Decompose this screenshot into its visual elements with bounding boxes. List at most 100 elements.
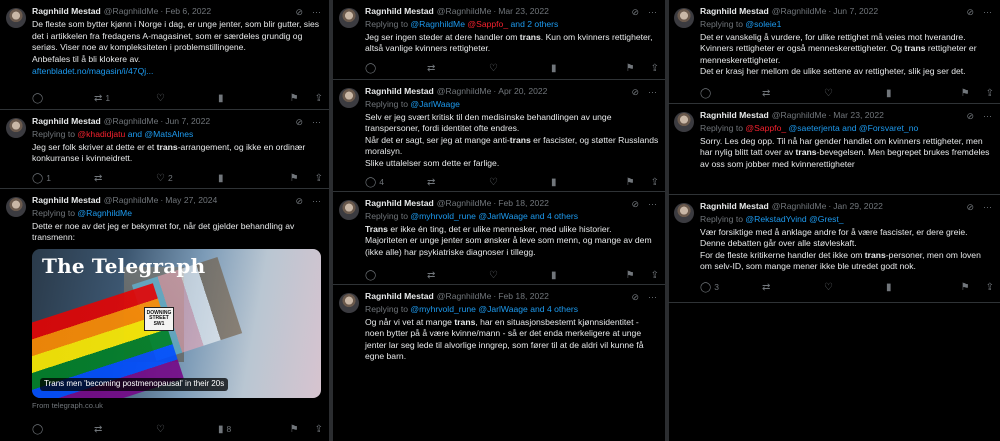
share-icon[interactable]: ⇪ [651, 62, 659, 76]
tweet[interactable]: Ragnhild Mestad @RagnhildMe · Jan 29, 2022 … [668, 195, 1000, 303]
share-icon[interactable]: ⇪ [651, 269, 659, 283]
reply-button[interactable]: ◯ [365, 62, 427, 76]
mention-link[interactable]: @Sappfo_ [467, 19, 508, 29]
like-button[interactable]: ♡ [489, 269, 551, 283]
author-handle[interactable]: @RagnhildMe [772, 110, 827, 122]
share-icon[interactable]: ⇪ [986, 281, 994, 295]
tweet[interactable]: Ragnhild Mestad @RagnhildMe · May 27, 2024 … [0, 189, 329, 441]
grok-icon[interactable]: ⊘ [295, 6, 303, 18]
author-name[interactable]: Ragnhild Mestad [32, 116, 101, 128]
more-icon[interactable]: ··· [648, 86, 657, 98]
author-handle[interactable]: @RagnhildMe [437, 86, 492, 98]
more-icon[interactable]: ··· [648, 198, 657, 210]
retweet-button[interactable]: ⇄ [94, 423, 156, 437]
tweet-date[interactable]: Apr 20, 2022 [498, 86, 547, 98]
tweet-date[interactable]: Feb 6, 2022 [165, 6, 211, 18]
views-button[interactable]: ▮ 8 [218, 423, 280, 437]
retweet-button[interactable]: ⇄ [762, 281, 824, 295]
mention-link[interactable]: @JarlWaage [410, 99, 459, 109]
more-icon[interactable]: ··· [312, 116, 321, 128]
views-button[interactable]: ▮ [551, 269, 613, 283]
author-name[interactable]: Ragnhild Mestad [365, 86, 434, 98]
author-name[interactable]: Ragnhild Mestad [32, 195, 101, 207]
mention-link[interactable]: @Sappfo_ [745, 123, 786, 133]
more-icon[interactable]: ··· [648, 6, 657, 18]
avatar[interactable] [6, 197, 26, 217]
retweet-button[interactable]: ⇄ 1 [94, 92, 156, 106]
mention-link[interactable]: @Grest_ [809, 214, 844, 224]
views-button[interactable]: ▮ [218, 92, 280, 106]
mention-link[interactable]: @RekstadYvind [745, 214, 806, 224]
more-icon[interactable]: ··· [648, 291, 657, 303]
author-handle[interactable]: @RagnhildMe [104, 195, 159, 207]
avatar[interactable] [339, 8, 359, 28]
views-button[interactable]: ▮ [886, 87, 948, 101]
grok-icon[interactable]: ⊘ [631, 291, 639, 303]
grok-icon[interactable]: ⊘ [295, 195, 303, 207]
tweet[interactable]: Ragnhild Mestad @RagnhildMe · Feb 18, 2022 … [333, 192, 665, 285]
bookmark-icon[interactable]: ⚑ [961, 87, 970, 101]
tweet-date[interactable]: Mar 23, 2022 [498, 6, 549, 18]
avatar[interactable] [674, 203, 694, 223]
views-button[interactable]: ▮ [551, 62, 613, 76]
author-name[interactable]: Ragnhild Mestad [700, 201, 769, 213]
mention-link[interactable]: @JarlWaage [478, 304, 527, 314]
reply-button[interactable]: ◯ 4 [365, 176, 427, 190]
views-button[interactable]: ▮ [218, 172, 280, 186]
author-name[interactable]: Ragnhild Mestad [365, 6, 434, 18]
mention-link[interactable]: @MatsAlnes [144, 129, 193, 139]
tweet[interactable]: Ragnhild Mestad @RagnhildMe · Feb 6, 2022 ⊘… [0, 0, 329, 110]
share-icon[interactable]: ⇪ [315, 172, 323, 186]
like-button[interactable]: ♡ [824, 87, 886, 101]
tweet-date[interactable]: Mar 23, 2022 [833, 110, 884, 122]
author-name[interactable]: Ragnhild Mestad [365, 198, 434, 210]
reply-button[interactable]: ◯ [700, 87, 762, 101]
like-button[interactable]: ♡ [156, 423, 218, 437]
share-icon[interactable]: ⇪ [315, 423, 323, 437]
like-button[interactable]: ♡ 2 [156, 172, 218, 186]
more-icon[interactable]: ··· [983, 6, 992, 18]
avatar[interactable] [6, 8, 26, 28]
grok-icon[interactable]: ⊘ [631, 198, 639, 210]
grok-icon[interactable]: ⊘ [631, 86, 639, 98]
retweet-button[interactable]: ⇄ [427, 176, 489, 190]
bookmark-icon[interactable]: ⚑ [961, 281, 970, 295]
reply-button[interactable]: ◯ [32, 92, 94, 106]
more-icon[interactable]: ··· [312, 195, 321, 207]
like-button[interactable]: ♡ [156, 92, 218, 106]
mention-link[interactable]: @Forsvaret_no [859, 123, 918, 133]
tweet-date[interactable]: Jun 7, 2022 [833, 6, 878, 18]
bookmark-icon[interactable]: ⚑ [626, 269, 635, 283]
more-icon[interactable]: ··· [983, 201, 992, 213]
author-handle[interactable]: @RagnhildMe [437, 6, 492, 18]
author-handle[interactable]: @RagnhildMe [772, 201, 827, 213]
mention-link[interactable]: @soleie1 [745, 19, 781, 29]
author-handle[interactable]: @RagnhildMe [104, 116, 159, 128]
tweet[interactable]: Ragnhild Mestad @RagnhildMe · Jun 7, 2022 ⊘… [668, 0, 1000, 104]
share-icon[interactable]: ⇪ [986, 87, 994, 101]
author-name[interactable]: Ragnhild Mestad [32, 6, 101, 18]
tweet[interactable]: Ragnhild Mestad @RagnhildMe · Feb 18, 2022 … [333, 285, 665, 441]
mention-link[interactable]: @myhrvold_rune [410, 304, 476, 314]
reply-button[interactable]: ◯ 3 [700, 281, 762, 295]
grok-icon[interactable]: ⊘ [295, 116, 303, 128]
author-handle[interactable]: @RagnhildMe [437, 198, 492, 210]
grok-icon[interactable]: ⊘ [966, 110, 974, 122]
grok-icon[interactable]: ⊘ [631, 6, 639, 18]
mention-link[interactable]: @saeterjenta [789, 123, 840, 133]
reply-button[interactable]: ◯ [32, 423, 94, 437]
more-mentions-link[interactable]: and 4 others [530, 211, 578, 221]
retweet-button[interactable]: ⇄ [427, 62, 489, 76]
reply-button[interactable]: ◯ [365, 269, 427, 283]
mention-link[interactable]: @RagnhildMe [410, 19, 465, 29]
mention-link[interactable]: @RagnhildMe [77, 208, 132, 218]
share-icon[interactable]: ⇪ [651, 176, 659, 190]
share-icon[interactable]: ⇪ [315, 92, 323, 106]
mention-link[interactable]: @JarlWaage [478, 211, 527, 221]
more-icon[interactable]: ··· [312, 6, 321, 18]
bookmark-icon[interactable]: ⚑ [626, 62, 635, 76]
bookmark-icon[interactable]: ⚑ [290, 92, 299, 106]
grok-icon[interactable]: ⊘ [966, 201, 974, 213]
like-button[interactable]: ♡ [489, 176, 551, 190]
card-source[interactable]: From telegraph.co.uk [32, 401, 323, 411]
